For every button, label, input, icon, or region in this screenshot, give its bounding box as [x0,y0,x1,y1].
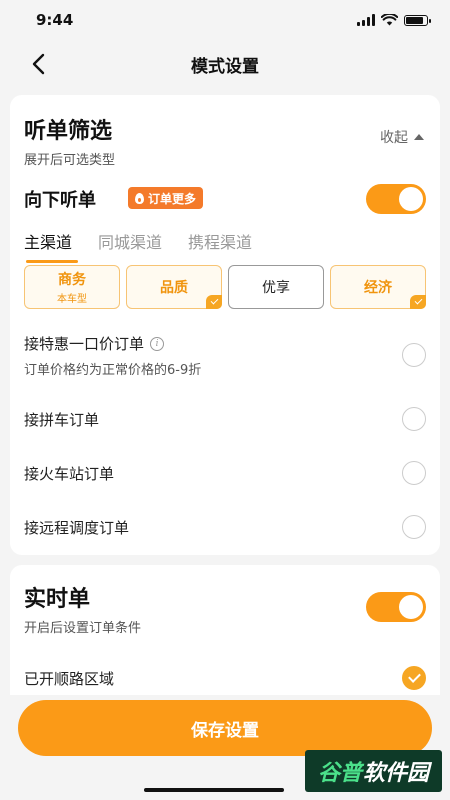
save-settings-button[interactable]: 保存设置 [18,700,432,756]
listen-filter-subtitle: 展开后可选类型 [24,153,116,168]
realtime-card: 实时单 开启后设置订单条件 已开顺路区域 [10,565,440,695]
check-corner-icon [206,295,222,309]
info-icon[interactable]: i [150,336,165,351]
option-premium[interactable]: 优享 [228,265,324,309]
downward-listen-toggle[interactable] [366,184,426,214]
status-time: 9:44 [36,11,74,29]
list-item-discount-fixed-price: 接特惠一口价订单 i 订单价格约为正常价格的6-9折 [24,333,426,378]
tab-main-channel[interactable]: 主渠道 [24,229,79,263]
toggle-knob [399,187,423,211]
home-indicator [144,788,284,792]
option-quality[interactable]: 品质 [126,265,222,309]
check-item-label: 接拼车订单 [24,411,100,429]
list-item-remote-dispatch: 接远程调度订单 [24,515,426,539]
check-item-label: 接远程调度订单 [24,519,130,537]
fire-icon [135,192,144,204]
page-title: 模式设置 [191,56,259,77]
caret-up-icon [414,134,424,140]
option-label: 优享 [262,280,290,296]
list-item-route-area: 已开顺路区域 [24,666,426,690]
train-station-checkbox[interactable] [402,461,426,485]
battery-icon [404,14,431,26]
check-item-subtitle: 订单价格约为正常价格的6-9折 [24,363,202,378]
tab-ctrip-channel[interactable]: 携程渠道 [188,229,252,263]
realtime-subtitle: 开启后设置订单条件 [24,621,142,636]
vehicle-type-options: 商务 本车型 品质 优享 经济 [24,265,426,309]
battery-level [406,16,423,24]
carpool-checkbox[interactable] [402,407,426,431]
more-orders-badge: 订单更多 [128,187,204,209]
option-label: 品质 [160,280,188,296]
site-watermark-logo: 谷普 软件园 [305,750,442,792]
watermark-part1: 谷普 [317,761,362,786]
collapse-label: 收起 [380,130,408,146]
check-item-label: 接火车站订单 [24,465,115,483]
nav-bar: 模式设置 [0,40,450,88]
route-area-label: 已开顺路区域 [24,670,115,688]
watermark-part2: 软件园 [363,761,430,786]
badge-label: 订单更多 [148,191,197,206]
channel-tabs: 主渠道 同城渠道 携程渠道 [24,229,252,263]
discount-fixed-price-checkbox[interactable] [402,343,426,367]
option-economy[interactable]: 经济 [330,265,426,309]
toggle-knob [399,595,423,619]
collapse-button[interactable]: 收起 [380,127,424,147]
check-item-label: 接特惠一口价订单 [24,335,145,353]
option-business[interactable]: 商务 本车型 [24,265,120,309]
status-icons [357,14,431,26]
remote-dispatch-checkbox[interactable] [402,515,426,539]
realtime-title: 实时单 [24,587,91,612]
option-label: 经济 [364,280,392,296]
listen-filter-card: 听单筛选 展开后可选类型 收起 向下听单 订单更多 主渠道 同城渠道 携程渠道 … [10,95,440,555]
check-corner-icon [410,295,426,309]
cellular-signal-icon [357,14,375,26]
route-area-checkbox[interactable] [402,666,426,690]
option-label: 商务 [58,272,86,288]
realtime-toggle[interactable] [366,592,426,622]
list-item-train-station: 接火车站订单 [24,461,426,485]
tab-local-channel[interactable]: 同城渠道 [98,229,162,263]
wifi-icon [381,14,398,26]
status-bar: 9:44 [0,0,450,40]
listen-filter-title: 听单筛选 [24,119,113,144]
list-item-carpool: 接拼车订单 [24,407,426,431]
downward-listen-label: 向下听单 [24,190,96,211]
option-sublabel: 本车型 [57,294,87,305]
back-icon[interactable] [24,50,52,78]
